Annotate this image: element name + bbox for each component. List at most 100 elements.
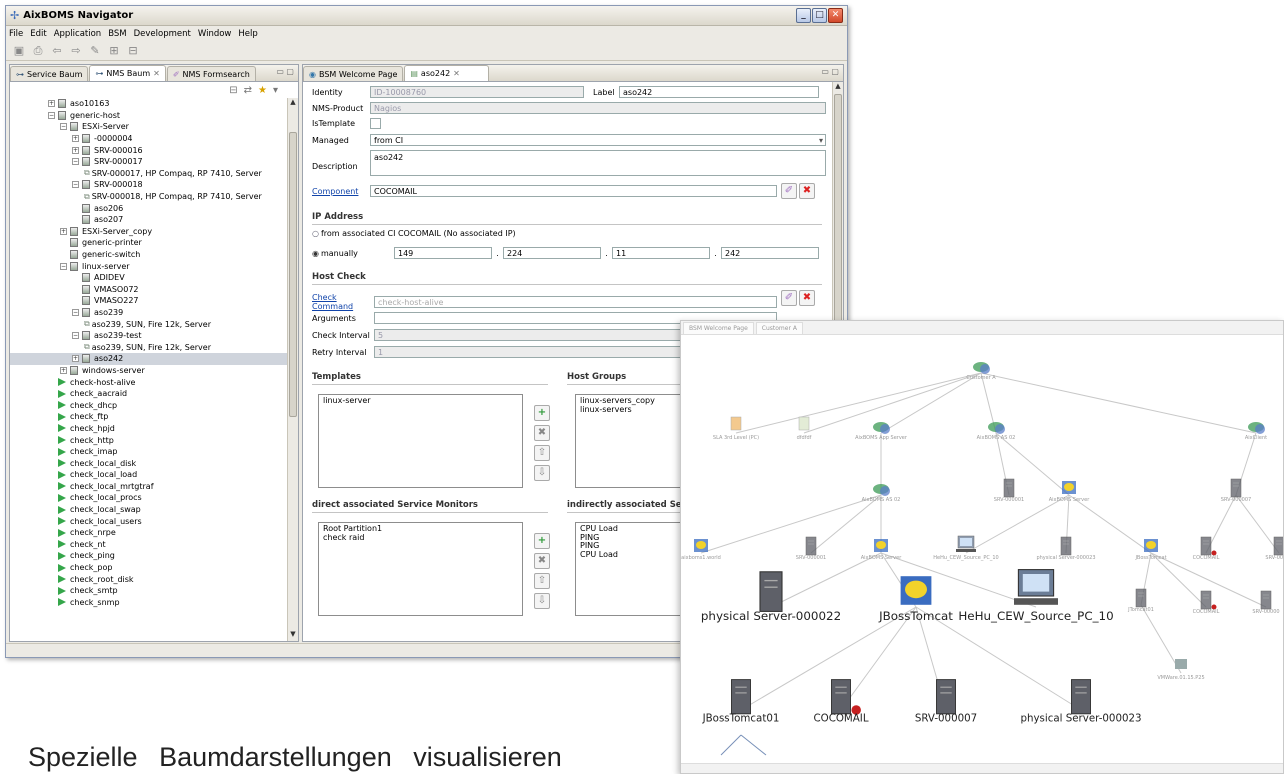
- collapse-icon[interactable]: −: [60, 123, 67, 131]
- menu-item[interactable]: BSM: [108, 29, 126, 39]
- tree-item[interactable]: check_ftp: [10, 411, 288, 423]
- save-icon[interactable]: ▣: [12, 44, 26, 58]
- ip-octet-3[interactable]: 11: [611, 247, 710, 259]
- graph-node-server[interactable]: physical Server-000023: [1036, 536, 1096, 561]
- tab-customer-a[interactable]: Customer A: [755, 322, 803, 334]
- tree-item[interactable]: ⧉ SRV-000018, HP Compaq, RP 7410, Server: [10, 191, 288, 203]
- tree-item[interactable]: check_nrpe: [10, 527, 288, 539]
- tree-item[interactable]: check_nt: [10, 539, 288, 551]
- move-up-icon[interactable]: ⇧: [534, 573, 550, 589]
- label-field[interactable]: aso242: [619, 86, 819, 98]
- graph-node-server[interactable]: COCOMAIL: [813, 679, 869, 725]
- tree-item[interactable]: − aso239-test: [10, 330, 288, 342]
- tree-item[interactable]: ADIDEV: [10, 272, 288, 284]
- tree-item[interactable]: check_snmp: [10, 597, 288, 609]
- edit-icon[interactable]: ✎: [88, 44, 102, 58]
- graph-node-server[interactable]: physical Server-000022: [701, 571, 841, 623]
- tree-item[interactable]: ⧉ aso239, SUN, Fire 12k, Server: [10, 318, 288, 330]
- open-perspective-icon[interactable]: ⊞: [107, 44, 121, 58]
- tree-item[interactable]: check_local_users: [10, 515, 288, 527]
- collapse-icon[interactable]: −: [72, 308, 79, 316]
- maximize-button[interactable]: □: [812, 8, 827, 23]
- chevron-down-icon[interactable]: ▾: [819, 136, 823, 145]
- component-link[interactable]: Component: [312, 187, 370, 196]
- tab-service-baum[interactable]: ⊶ Service Baum: [10, 66, 89, 81]
- tree-item[interactable]: check_ping: [10, 550, 288, 562]
- graph-node-cluster[interactable]: Customer A: [966, 362, 996, 381]
- tab-aso242[interactable]: ▤ aso242 ✕: [404, 65, 489, 81]
- graph-node-server[interactable]: physical Server-000023: [1020, 679, 1142, 725]
- graph-node-server[interactable]: JBossTomcat01: [702, 679, 780, 725]
- move-up-icon[interactable]: ⇧: [534, 445, 550, 461]
- tree-item[interactable]: check_local_disk: [10, 457, 288, 469]
- tree-item[interactable]: + ESXi-Server_copy: [10, 226, 288, 238]
- description-field[interactable]: aso242: [370, 150, 826, 176]
- tree-item[interactable]: check_hpjd: [10, 423, 288, 435]
- ip-octet-2[interactable]: 224: [502, 247, 601, 259]
- graph-node-app[interactable]: aixboms1.world: [681, 539, 721, 561]
- tree-item[interactable]: check_smtp: [10, 585, 288, 597]
- tree-item[interactable]: ⧉ SRV-000017, HP Compaq, RP 7410, Server: [10, 168, 288, 180]
- tree-item[interactable]: check_aacraid: [10, 388, 288, 400]
- ip-octet-1[interactable]: 149: [393, 247, 492, 259]
- menu-item[interactable]: Application: [54, 29, 102, 39]
- graph-node-cluster[interactable]: AixBOMS AS 02: [977, 422, 1016, 441]
- graph-node-server[interactable]: SRV-000007: [915, 679, 977, 725]
- tree-item[interactable]: − ESXi-Server: [10, 121, 288, 133]
- scroll-thumb[interactable]: [289, 132, 297, 417]
- view-menu-icon[interactable]: ▾: [273, 85, 278, 96]
- collapse-icon[interactable]: −: [48, 111, 55, 119]
- tree-item[interactable]: ⧉ aso239, SUN, Fire 12k, Server: [10, 341, 288, 353]
- graph-node-cluster[interactable]: AixBOMS App Server: [855, 422, 908, 441]
- menu-item[interactable]: Help: [238, 29, 257, 39]
- component-field[interactable]: COCOMAIL: [370, 185, 777, 197]
- tree-item[interactable]: check_local_load: [10, 469, 288, 481]
- scroll-up-icon[interactable]: ▲: [833, 82, 843, 93]
- graph-node-server[interactable]: COCOMAIL: [1193, 590, 1220, 615]
- tree-item[interactable]: + windows-server: [10, 365, 288, 377]
- tab-bsm-welcome[interactable]: ◉ BSM Welcome Page: [303, 66, 404, 81]
- tree-item[interactable]: generic-switch: [10, 249, 288, 261]
- tree-item[interactable]: check_local_swap: [10, 504, 288, 516]
- tree-item[interactable]: check_dhcp: [10, 399, 288, 411]
- tree-item[interactable]: check_pop: [10, 562, 288, 574]
- tree-item[interactable]: aso207: [10, 214, 288, 226]
- expand-icon[interactable]: +: [72, 135, 79, 143]
- graph-node-cluster[interactable]: AixBOMS AS 02: [862, 484, 901, 503]
- move-down-icon[interactable]: ⇩: [534, 593, 550, 609]
- tab-bsm-welcome[interactable]: BSM Welcome Page: [683, 322, 754, 334]
- scroll-down-icon[interactable]: ▼: [288, 630, 298, 641]
- graph-node-server[interactable]: SRV-00000: [1265, 536, 1284, 561]
- expand-icon[interactable]: +: [60, 366, 67, 374]
- radio-from-ci[interactable]: ○: [312, 229, 319, 238]
- graph-node-app[interactable]: JBossTomcat: [1134, 539, 1167, 561]
- tree-item[interactable]: − aso239: [10, 307, 288, 319]
- favorite-icon[interactable]: ★: [258, 85, 267, 96]
- delete-icon[interactable]: ✖: [534, 425, 550, 441]
- ip-octet-4[interactable]: 242: [720, 247, 819, 259]
- graph-node-server[interactable]: SRV-000001: [796, 536, 826, 561]
- add-icon[interactable]: +: [534, 405, 550, 421]
- panel-minimize-icon[interactable]: ▭ ▢: [276, 67, 294, 76]
- remove-icon[interactable]: ✖: [799, 290, 815, 306]
- managed-select[interactable]: from CI ▾: [370, 134, 826, 146]
- tree-item[interactable]: + aso242: [10, 353, 288, 365]
- graph-node-app[interactable]: JBossTomcat: [878, 576, 953, 623]
- menu-item[interactable]: File: [9, 29, 23, 39]
- collapse-icon[interactable]: −: [72, 181, 79, 189]
- templates-list[interactable]: linux-server: [318, 394, 523, 488]
- tree-item[interactable]: check_local_procs: [10, 492, 288, 504]
- tree-item[interactable]: − generic-host: [10, 110, 288, 122]
- tree-item[interactable]: VMASO227: [10, 295, 288, 307]
- tree-item[interactable]: check_imap: [10, 446, 288, 458]
- add-icon[interactable]: +: [534, 533, 550, 549]
- move-down-icon[interactable]: ⇩: [534, 465, 550, 481]
- expand-icon[interactable]: +: [72, 146, 79, 154]
- wand-icon[interactable]: ✐: [781, 183, 797, 199]
- back-icon[interactable]: ⇦: [50, 44, 64, 58]
- collapse-icon[interactable]: −: [60, 262, 67, 270]
- direct-monitors-list[interactable]: Root Partition1 check raid: [318, 522, 523, 616]
- collapse-icon[interactable]: −: [72, 158, 79, 166]
- tree-scrollbar[interactable]: ▲ ▼: [287, 98, 298, 641]
- delete-icon[interactable]: ✖: [534, 553, 550, 569]
